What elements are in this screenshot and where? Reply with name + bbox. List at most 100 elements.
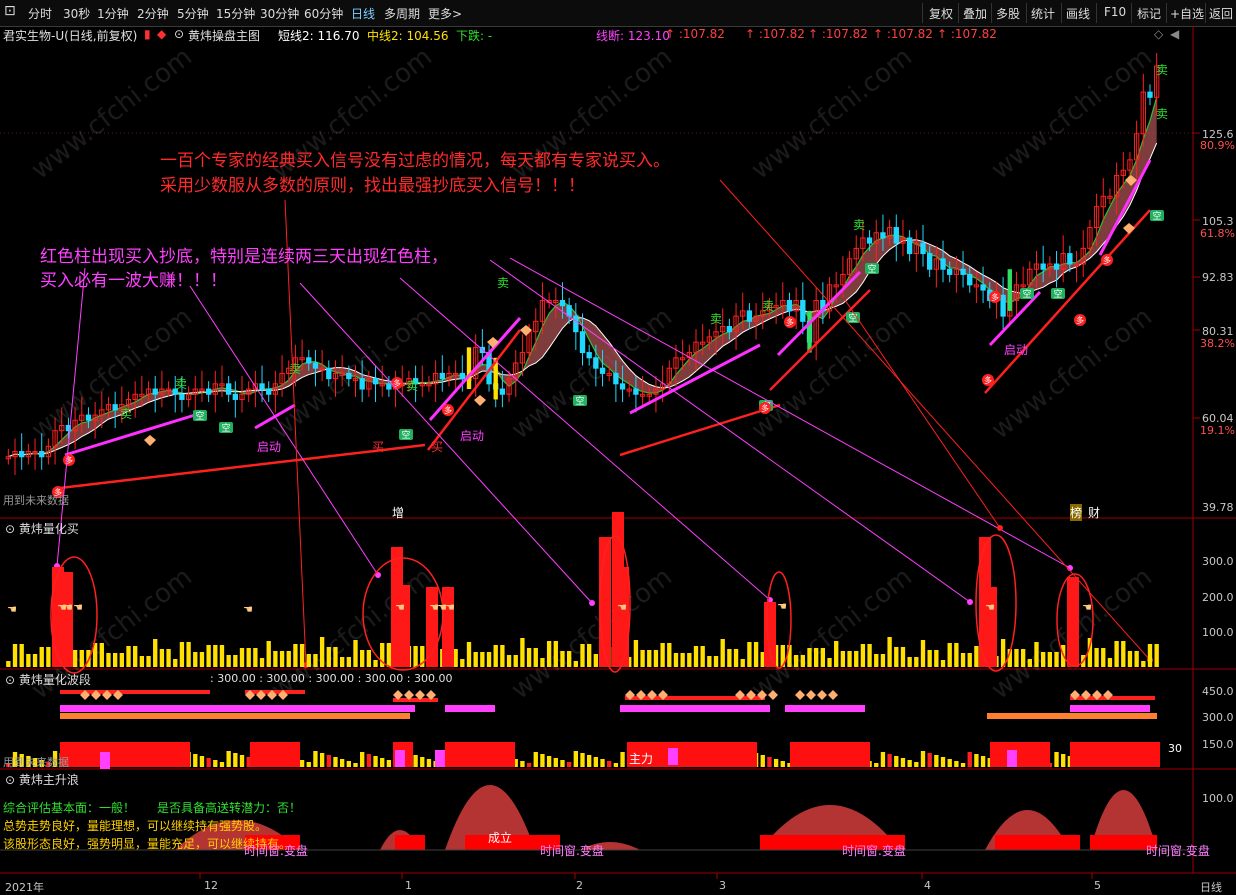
candle-body-33	[225, 383, 232, 395]
volume-bar-132	[887, 637, 892, 667]
band-diamond-5-2	[817, 690, 827, 700]
pane2-axis-0: 450.0	[1202, 685, 1234, 698]
volume-bar-57	[386, 643, 392, 667]
band-top-3	[625, 696, 765, 700]
volume-bar-130	[874, 654, 879, 667]
candle-body-119	[800, 299, 806, 322]
candle-body-45	[306, 357, 312, 364]
volume-bar-27	[186, 642, 191, 667]
volume-bar-0	[6, 661, 11, 667]
pane2-future-tag: 用到未来数据	[3, 756, 69, 769]
volume-bar-70	[473, 652, 478, 667]
collapse-icon[interactable]: ◀	[1170, 27, 1179, 41]
diamond-marker-3	[520, 325, 532, 336]
volume-bar-164	[1101, 648, 1106, 667]
candle-body-86	[579, 331, 586, 354]
candle-body-138	[926, 253, 933, 270]
kong-badge-5: 空	[867, 263, 876, 275]
volume-bar-126	[847, 651, 852, 667]
volume-bar-54	[366, 650, 372, 667]
band-bar-57	[386, 760, 392, 767]
band-magenta-col-2	[435, 750, 445, 767]
volume-bar-139	[934, 650, 939, 667]
diamond-marker-5	[1123, 223, 1135, 234]
band-bar-91	[613, 763, 619, 767]
volume-bar-51	[346, 657, 351, 667]
annotation-arrowhead-8	[997, 525, 1003, 531]
volume-bar-169	[1134, 651, 1139, 667]
pane1-title[interactable]: ⊙ 黄炜量化买	[5, 520, 79, 537]
volume-bar-112	[753, 642, 759, 667]
band-bar-32	[219, 762, 225, 767]
volume-bar-151	[1014, 649, 1019, 667]
pane2-title[interactable]: ⊙ 黄炜量化波段	[5, 671, 91, 688]
volume-bar-53	[360, 650, 365, 667]
marker-sell-7: 卖	[853, 218, 865, 232]
volume-bar-100	[673, 653, 679, 667]
volume-bar-121	[814, 648, 819, 667]
band-bar-28	[193, 754, 198, 767]
candle-body-38	[259, 383, 265, 390]
band-red-block-0	[60, 742, 190, 767]
volume-bar-14	[99, 643, 104, 667]
volume-bar-166	[1114, 641, 1119, 667]
band-bar-134	[900, 758, 906, 767]
band-bar-78	[526, 763, 532, 767]
pane3-title[interactable]: ⊙ 黄炜主升浪	[5, 771, 79, 788]
volume-bar-19	[133, 646, 138, 667]
volume-bar-44	[299, 644, 305, 667]
volume-bar-154	[1034, 642, 1039, 667]
volume-bar-35	[239, 648, 245, 667]
candle-body-34	[232, 393, 239, 400]
volume-bar-47	[319, 637, 325, 667]
band-orange-1	[60, 713, 410, 719]
candle-body-39	[266, 388, 272, 395]
volume-bar-128	[860, 644, 866, 667]
volume-bar-118	[793, 655, 799, 667]
volume-bar-76	[513, 655, 518, 667]
volume-bar-109	[733, 649, 739, 667]
volume-bar-26	[179, 642, 185, 667]
band-red-block-6	[990, 742, 1050, 767]
volume-bar-156	[1047, 652, 1053, 667]
volume-bar-32	[219, 645, 225, 667]
band-bar-63	[426, 759, 432, 767]
volume-bar-85	[573, 661, 578, 667]
volume-bar-87	[587, 644, 592, 667]
candle-body-26	[179, 393, 185, 400]
band-bar-157	[1054, 752, 1059, 767]
candle-body-144	[967, 273, 973, 286]
volume-bar-74	[500, 645, 505, 667]
lock-icon: ▮	[144, 27, 151, 41]
tag-zeng: 增	[392, 506, 405, 520]
band-bar-85	[573, 751, 578, 767]
annotation-arrow-8	[844, 299, 1001, 529]
candle-body-55	[372, 378, 379, 385]
duo-badge-7: 多	[984, 375, 992, 385]
diamond-icon[interactable]: ◇	[1154, 27, 1163, 41]
candle-body-85	[573, 315, 579, 333]
candle-body-159	[1067, 253, 1073, 265]
main-indicator-name: 黄炜操盘主图	[188, 29, 261, 43]
band-bar-130	[874, 763, 879, 767]
arrows-icon[interactable]: ◆	[157, 27, 166, 41]
settings-icon[interactable]: ⊙	[174, 27, 184, 41]
volume-bar-95	[640, 650, 645, 667]
volume-bar-81	[546, 641, 552, 667]
volume-bar-83	[560, 651, 565, 667]
volume-bar-157	[1054, 652, 1059, 667]
qidong-label-2: 启动	[460, 429, 485, 443]
volume-bar-168	[1127, 651, 1133, 667]
hand-icon-11: ☚	[985, 601, 995, 614]
hand-icon-0: ☚	[7, 603, 17, 616]
band-bar-86	[580, 753, 585, 767]
volume-bar-43	[293, 644, 298, 667]
duo-badge-3: 多	[444, 405, 452, 415]
volume-bar-5	[39, 647, 44, 667]
repeat-value-2: ↑ :107.82	[745, 27, 805, 41]
volume-bar-68	[460, 659, 465, 667]
volume-bar-152	[1020, 649, 1026, 667]
band-bar-139	[934, 755, 939, 767]
candle-body-84	[566, 305, 572, 317]
marker-sell-2: 卖	[289, 362, 301, 376]
